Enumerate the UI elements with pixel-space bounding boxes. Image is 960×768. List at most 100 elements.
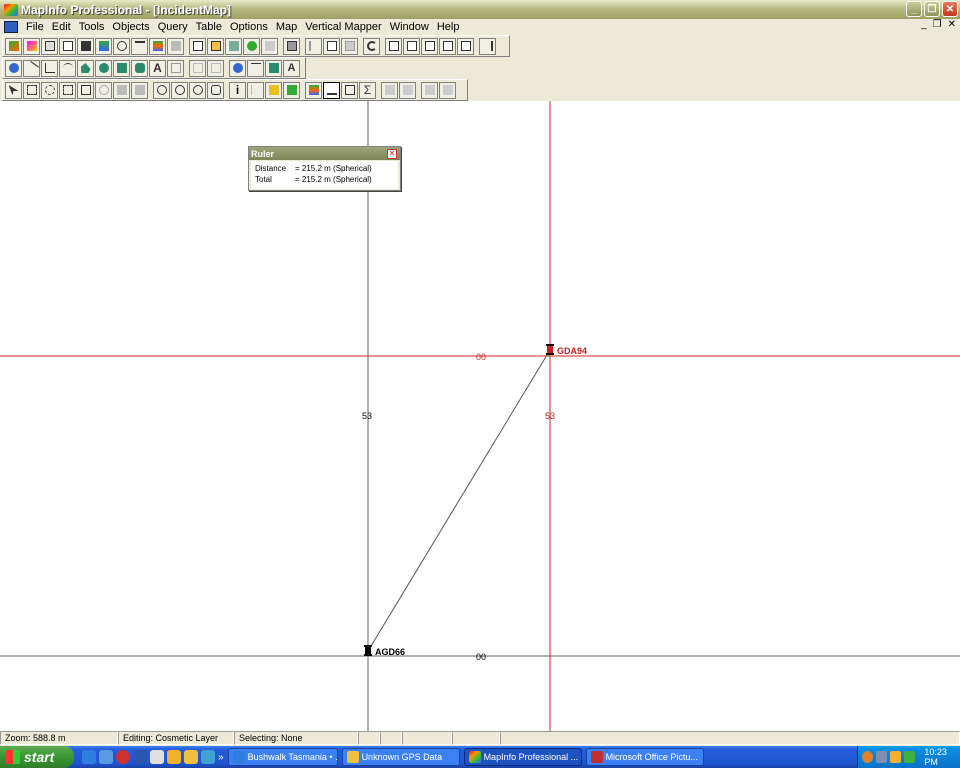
open-workspace-icon[interactable] <box>225 37 242 55</box>
globe-icon[interactable] <box>243 37 260 55</box>
map-canvas[interactable]: 00 53 53 00 GDA94 AGD66 <box>0 101 960 731</box>
setting-clip-icon[interactable] <box>439 81 456 99</box>
help-icon[interactable] <box>479 37 496 55</box>
clock[interactable]: 10:23 PM <box>924 747 960 767</box>
invert-selection-icon[interactable] <box>113 81 130 99</box>
security-icon[interactable] <box>904 751 916 763</box>
menu-table[interactable]: Table <box>192 21 226 33</box>
new-browser-icon[interactable] <box>385 37 402 55</box>
drag-map-window-icon[interactable] <box>283 81 300 99</box>
layer-control-icon[interactable] <box>5 37 22 55</box>
rectangle-tool-icon[interactable] <box>113 59 130 77</box>
graph-icon[interactable] <box>77 37 94 55</box>
paste-icon[interactable] <box>341 37 358 55</box>
add-node-tool-icon[interactable] <box>207 59 224 77</box>
ruler-tool-icon[interactable] <box>323 81 340 99</box>
symbol-style-icon[interactable] <box>229 59 246 77</box>
map-window[interactable]: 00 53 53 00 GDA94 AGD66 <box>0 101 960 731</box>
layout-icon[interactable] <box>113 37 130 55</box>
print-icon[interactable] <box>283 37 300 55</box>
unselect-all-icon[interactable] <box>95 81 112 99</box>
menu-query[interactable]: Query <box>154 21 192 33</box>
quick-launch-overflow[interactable]: » <box>218 752 224 763</box>
messenger-icon[interactable] <box>201 750 215 764</box>
ruler-close-icon[interactable]: ✕ <box>387 149 397 159</box>
new-layout-icon[interactable] <box>439 37 456 55</box>
home-icon[interactable] <box>150 750 164 764</box>
task-bushwalk[interactable]: Bushwalk Tasmania • ... <box>227 748 338 766</box>
line-tool-icon[interactable] <box>23 59 40 77</box>
zoom-in-icon[interactable] <box>153 81 170 99</box>
ie-icon[interactable] <box>82 750 96 764</box>
task-office-picture[interactable]: Microsoft Office Pictu... <box>585 748 704 766</box>
graph-select-icon[interactable] <box>131 81 148 99</box>
frame-tool-icon[interactable] <box>167 59 184 77</box>
layers-icon[interactable] <box>149 37 166 55</box>
set-target-icon[interactable] <box>381 81 398 99</box>
polygon-select-icon[interactable] <box>59 81 76 99</box>
ellipse-tool-icon[interactable] <box>95 59 112 77</box>
clip-region-icon[interactable] <box>421 81 438 99</box>
rounded-rectangle-tool-icon[interactable] <box>131 59 148 77</box>
menu-help[interactable]: Help <box>433 21 464 33</box>
radius-select-icon[interactable] <box>41 81 58 99</box>
tray-app-icon[interactable] <box>890 751 902 763</box>
undo-icon[interactable] <box>363 37 380 55</box>
boundary-select-icon[interactable] <box>77 81 94 99</box>
minimize-button[interactable]: _ <box>906 1 922 17</box>
hotlink-icon[interactable] <box>247 81 264 99</box>
reshape-tool-icon[interactable] <box>189 59 206 77</box>
house-icon[interactable] <box>59 37 76 55</box>
zoom-status[interactable]: Zoom: 588.8 m <box>0 731 118 745</box>
document-icon[interactable] <box>4 21 18 33</box>
tools-icon[interactable] <box>184 750 198 764</box>
tray-arrow-icon[interactable] <box>862 751 874 763</box>
task-mapinfo[interactable]: MapInfo Professional ... <box>463 748 582 766</box>
mdi-minimize-button[interactable]: _ <box>921 19 927 30</box>
info-tool-icon[interactable]: i <box>229 81 246 99</box>
label-tool-icon[interactable] <box>265 81 282 99</box>
new-grapher-icon[interactable] <box>421 37 438 55</box>
select-arrow-icon[interactable] <box>5 81 22 99</box>
menu-edit[interactable]: Edit <box>48 21 75 33</box>
clear-target-icon[interactable] <box>399 81 416 99</box>
open-folder-icon[interactable] <box>207 37 224 55</box>
polygon-tool-icon[interactable] <box>77 59 94 77</box>
copy-icon[interactable] <box>323 37 340 55</box>
outlook-icon[interactable] <box>167 750 181 764</box>
label-icon[interactable] <box>41 37 58 55</box>
marquee-select-icon[interactable] <box>23 81 40 99</box>
close-button[interactable]: ✕ <box>942 1 958 17</box>
network-icon[interactable] <box>876 751 888 763</box>
thematic-map-icon[interactable] <box>23 37 40 55</box>
word-icon[interactable] <box>133 750 147 764</box>
browser-icon[interactable] <box>99 750 113 764</box>
symbol-tool-icon[interactable] <box>5 59 22 77</box>
mdi-restore-button[interactable]: ❐ <box>933 19 942 30</box>
menu-map[interactable]: Map <box>272 21 301 33</box>
menu-tools[interactable]: Tools <box>75 21 109 33</box>
menu-file[interactable]: File <box>22 21 48 33</box>
new-file-icon[interactable] <box>189 37 206 55</box>
show-legend-icon[interactable] <box>341 81 358 99</box>
editing-status[interactable]: Editing: Cosmetic Layer <box>118 731 234 745</box>
polyline-tool-icon[interactable] <box>41 59 58 77</box>
menu-objects[interactable]: Objects <box>108 21 153 33</box>
legend-icon[interactable] <box>95 37 112 55</box>
statistics-icon[interactable]: Σ <box>359 81 376 99</box>
menu-window[interactable]: Window <box>386 21 433 33</box>
new-redistrict-icon[interactable] <box>457 37 474 55</box>
menu-options[interactable]: Options <box>226 21 272 33</box>
agd66-pin-icon[interactable] <box>364 645 372 656</box>
zoom-out-icon[interactable] <box>171 81 188 99</box>
line-style-icon[interactable] <box>247 59 264 77</box>
layer-control-tool-icon[interactable] <box>305 81 322 99</box>
region-style-icon[interactable] <box>265 59 282 77</box>
menu-vertical-mapper[interactable]: Vertical Mapper <box>301 21 385 33</box>
restore-button[interactable]: ❐ <box>924 1 940 17</box>
text-tool-icon[interactable]: A <box>149 59 166 77</box>
mdi-close-button[interactable]: ✕ <box>948 19 956 30</box>
cut-icon[interactable] <box>305 37 322 55</box>
selecting-status[interactable]: Selecting: None <box>234 731 358 745</box>
redistrict-icon[interactable] <box>131 37 148 55</box>
